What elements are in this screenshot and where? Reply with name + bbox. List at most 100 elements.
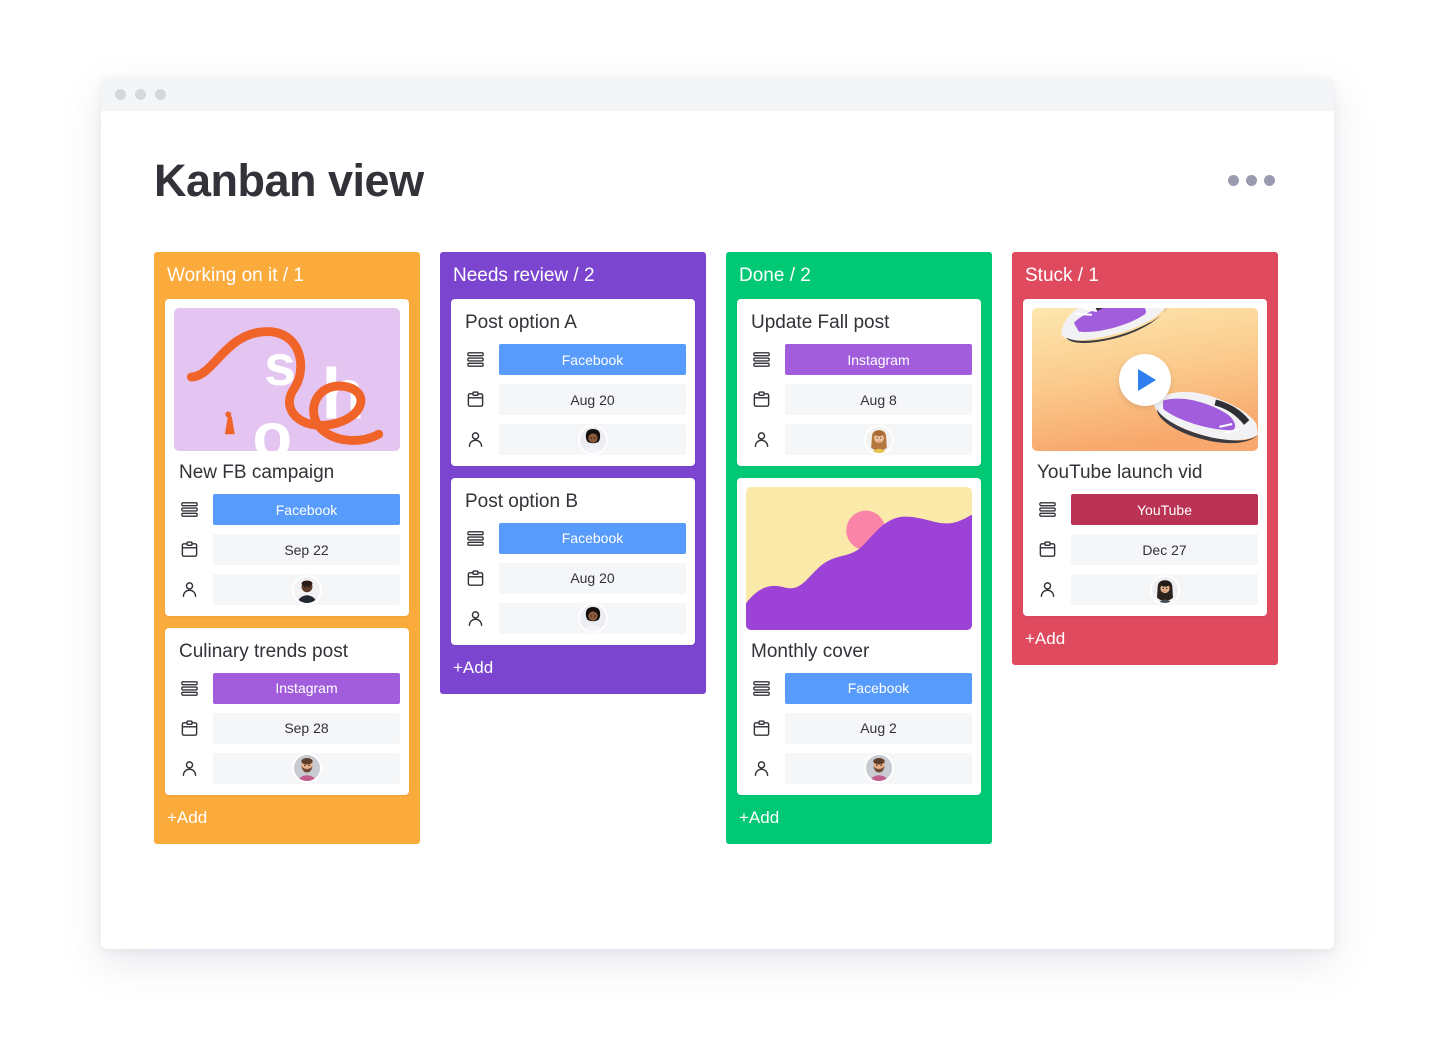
calendar-icon [179,538,200,562]
calendar-icon [179,716,200,740]
date-row: Aug 2 [746,712,972,744]
person-icon [465,606,486,630]
status-bars-icon [465,348,486,372]
play-button[interactable] [1119,353,1171,406]
card-fields: YouTube Dec 27 [1032,494,1258,606]
person-icon [1040,582,1055,598]
page-header: Kanban view [154,111,1281,206]
date-row: Aug 20 [460,384,686,416]
status-pill[interactable]: Instagram [213,672,400,704]
card-title: New FB campaign [179,462,335,484]
date-value[interactable]: Sep 22 [213,534,400,566]
avatar [293,755,320,782]
add-card-button-done[interactable]: +Add [726,795,992,844]
status-bars-icon [181,681,198,696]
date-row: Sep 22 [174,534,400,566]
status-pill[interactable]: Facebook [499,522,686,554]
status-bars-icon [181,502,198,518]
person-icon [182,761,197,777]
card-fields: Instagram Aug 8 [746,344,972,456]
calendar-icon [465,388,486,412]
date-value[interactable]: Aug 2 [785,712,972,744]
calendar-icon [1037,538,1058,562]
date-value[interactable]: Aug 20 [499,562,686,594]
kanban-column-working-on-it: Working on it / 1 s h o New FB campaign … [154,251,420,844]
calendar-icon [467,391,484,408]
date-value[interactable]: Dec 27 [1071,534,1258,566]
column-title-working-on-it: Working on it / 1 [167,264,304,286]
card-fields: Facebook Sep 22 [174,494,400,606]
maximize-dot-icon[interactable] [155,89,166,100]
card-fields: Instagram Sep 28 [174,672,400,784]
browser-window: Kanban view Working on it / 1 s h o New … [101,78,1334,949]
status-bars-icon [1039,502,1056,518]
kebab-menu-icon[interactable] [1222,163,1281,198]
status-pill[interactable]: YouTube [1071,494,1258,526]
person-icon [179,578,200,602]
browser-titlebar [101,78,1334,111]
person-value[interactable] [785,752,972,784]
close-dot-icon[interactable] [115,89,126,100]
date-row: Dec 27 [1032,534,1258,566]
shop-lettering-illustration: s h o [174,308,400,452]
kanban-board: Working on it / 1 s h o New FB campaign … [154,251,1281,844]
status-row: Instagram [746,344,972,376]
kanban-card-youtube-launch-vid[interactable]: YouTube launch vid YouTube Dec 27 [1023,299,1267,617]
column-title-stuck: Stuck / 1 [1025,264,1099,286]
calendar-icon [467,570,484,586]
card-media-new-fb-campaign: s h o [174,308,400,452]
person-row [746,752,972,784]
person-icon [468,432,483,448]
avatar [293,576,320,603]
person-icon [468,611,483,627]
card-title: YouTube launch vid [1037,462,1203,484]
sneakers-video-thumbnail [1032,308,1258,452]
avatar [579,426,606,453]
date-value[interactable]: Aug 8 [785,384,972,416]
card-media-youtube-launch-vid [1032,308,1258,452]
person-row [460,602,686,634]
date-value[interactable]: Sep 28 [213,712,400,744]
person-icon [1037,578,1058,602]
kanban-card-new-fb-campaign[interactable]: s h o New FB campaign Facebook Sep 22 [165,299,409,617]
avatar [865,426,892,453]
screenshot-root: Kanban view Working on it / 1 s h o New … [0,0,1448,1046]
person-value[interactable] [499,602,686,634]
kanban-card-update-fall-post[interactable]: Update Fall post Instagram Aug 8 [737,299,981,467]
card-fields: Facebook Aug 20 [460,344,686,456]
kanban-card-monthly-cover[interactable]: Monthly cover Facebook Aug 2 [737,478,981,795]
card-title: Monthly cover [751,641,870,663]
person-value[interactable] [213,574,400,606]
purple-wave-sun-illustration [746,487,972,631]
person-value[interactable] [499,424,686,456]
status-pill[interactable]: Facebook [785,672,972,704]
date-row: Aug 20 [460,562,686,594]
person-icon [751,756,772,780]
card-title: Post option B [465,491,579,513]
person-value[interactable] [785,424,972,456]
column-cards-working-on-it: s h o New FB campaign Facebook Sep 22 Cu… [154,299,420,795]
date-value[interactable]: Aug 20 [499,384,686,416]
calendar-icon [1039,541,1056,558]
kanban-column-done: Done / 2 Update Fall post Instagram Aug 8 [726,251,992,844]
minimize-dot-icon[interactable] [135,89,146,100]
add-card-button-stuck[interactable]: +Add [1012,616,1278,665]
kanban-card-post-option-b[interactable]: Post option B Facebook Aug 20 [451,478,695,645]
add-card-button-needs-review[interactable]: +Add [440,645,706,694]
person-icon [754,761,769,777]
calendar-icon [753,720,770,736]
card-title: Post option A [465,312,577,334]
column-title-needs-review: Needs review / 2 [453,264,595,286]
status-pill[interactable]: Facebook [213,494,400,526]
status-row: Facebook [746,672,972,704]
status-row: Facebook [174,494,400,526]
kanban-card-culinary-trends-post[interactable]: Culinary trends post Instagram Sep 28 [165,628,409,795]
kanban-card-post-option-a[interactable]: Post option A Facebook Aug 20 [451,299,695,467]
person-value[interactable] [1071,574,1258,606]
status-pill[interactable]: Facebook [499,344,686,376]
add-card-button-working-on-it[interactable]: +Add [154,795,420,844]
person-value[interactable] [213,752,400,784]
status-pill[interactable]: Instagram [785,344,972,376]
status-row: YouTube [1032,494,1258,526]
status-bars-icon [753,352,770,368]
